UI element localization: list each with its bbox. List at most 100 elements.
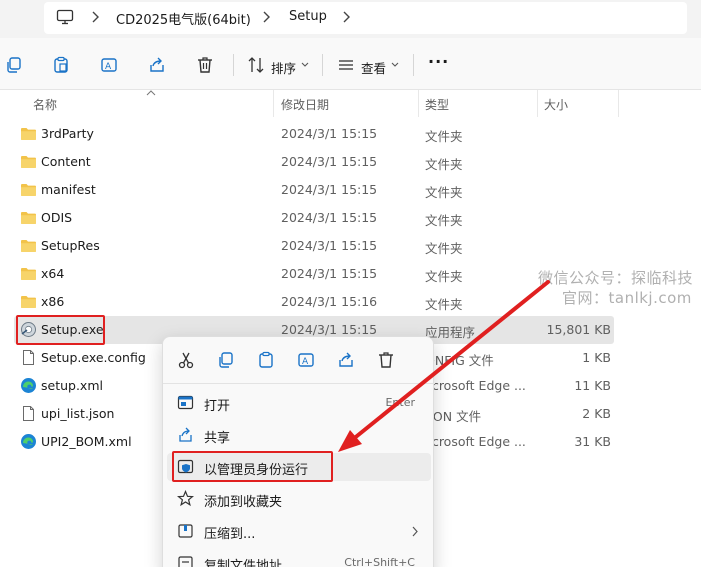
watermark-website: 官网：tanlkj.com [562,289,692,307]
edge-icon [21,434,36,449]
column-header-name[interactable]: 名称 [33,96,57,113]
menu-item-label: 打开 [204,399,231,414]
file-type: 文件夹 [425,297,463,312]
view-button[interactable]: 查看 [361,58,386,77]
cut-icon[interactable] [177,351,195,369]
file-date: 2024/3/1 15:15 [281,210,378,225]
column-divider[interactable] [273,90,274,117]
file-date: 2024/3/1 15:15 [281,126,378,141]
edge-icon [21,378,36,393]
share-icon[interactable] [148,56,166,74]
folder-icon [21,156,36,168]
star-icon [177,490,194,507]
chevron-right-icon[interactable] [259,9,273,25]
column-header-date[interactable]: 修改日期 [281,96,329,113]
folder-icon [21,240,36,252]
file-name: x64 [41,266,65,281]
file-size: 15,801 KB [546,322,611,337]
delete-icon[interactable] [377,351,395,369]
file-type: 应用程序 [425,325,476,340]
menu-item-copy-path[interactable]: 复制文件地址 Ctrl+Shift+C [167,549,431,567]
share-icon[interactable] [337,351,355,369]
file-row[interactable]: x86 2024/3/1 15:16 文件夹 [14,288,614,316]
file-row[interactable]: x64 2024/3/1 15:15 文件夹 [14,260,614,288]
file-name: manifest [41,182,96,197]
sort-icon[interactable] [247,56,265,74]
folder-icon [21,128,36,140]
file-name: SetupRes [41,238,100,253]
file-name: Setup.exe.config [41,350,146,365]
toolbar-separator [233,54,234,76]
file-type: 文件夹 [425,185,463,200]
share-icon [179,427,192,442]
file-date: 2024/3/1 15:16 [281,294,378,309]
svg-text:A: A [105,62,112,72]
toolbar-separator [413,54,414,76]
column-divider[interactable] [418,90,419,117]
setup-exe-highlight-box [16,315,105,345]
watermark-wechat: 微信公众号：探临科技 [538,269,694,287]
file-date: 2024/3/1 15:15 [281,238,378,253]
breadcrumb-item-setup[interactable]: Setup [289,9,327,24]
menu-item-label: 添加到收藏夹 [204,495,283,510]
column-header-size[interactable]: 大小 [544,96,568,113]
menu-item-add-to-favorites[interactable]: 添加到收藏夹 [167,485,431,513]
menu-item-label: 压缩到... [204,527,256,542]
folder-icon [21,296,36,308]
file-type: 文件夹 [425,269,463,284]
chevron-right-icon [412,526,418,537]
file-date: 2024/3/1 15:15 [281,322,378,337]
column-divider[interactable] [537,90,538,117]
menu-separator [163,383,435,384]
file-type: 文件夹 [425,129,463,144]
command-bar: A 排序 查看 ··· [0,38,701,90]
file-icon [23,406,34,421]
chevron-right-icon[interactable] [339,9,353,25]
file-row[interactable]: SetupRes 2024/3/1 15:15 文件夹 [14,232,614,260]
menu-item-share[interactable]: 共享 [167,421,431,449]
rename-icon[interactable]: A [100,56,118,74]
this-pc-icon[interactable] [56,8,74,26]
file-type: 文件夹 [425,157,463,172]
copy-icon[interactable] [217,351,235,369]
paste-icon[interactable] [52,56,70,74]
copy-icon[interactable] [5,56,23,74]
column-header-type[interactable]: 类型 [425,96,449,113]
toolbar-separator [322,54,323,76]
column-header-row: 名称 修改日期 类型 大小 [0,90,701,117]
run-as-admin-highlight-box [172,451,333,482]
file-row[interactable]: 3rdParty 2024/3/1 15:15 文件夹 [14,120,614,148]
folder-icon [21,268,36,280]
menu-item-label: 复制文件地址 [204,559,283,567]
folder-icon [21,184,36,196]
paste-icon[interactable] [257,351,275,369]
file-row[interactable]: manifest 2024/3/1 15:15 文件夹 [14,176,614,204]
sort-button[interactable]: 排序 [271,58,296,77]
delete-icon[interactable] [196,56,214,74]
column-divider[interactable] [618,90,619,117]
file-type: ONFIG 文件 [425,353,494,368]
menu-item-shortcut: Ctrl+Shift+C [344,556,415,567]
file-date: 2024/3/1 15:15 [281,266,378,281]
file-type: 文件夹 [425,241,463,256]
open-icon [177,395,194,410]
zip-icon [178,524,193,538]
file-size: 2 KB [582,406,611,421]
file-row[interactable]: ODIS 2024/3/1 15:15 文件夹 [14,204,614,232]
chevron-down-icon[interactable] [391,62,399,68]
more-options-button[interactable]: ··· [428,52,449,71]
menu-item-open[interactable]: 打开 Enter [167,389,431,417]
file-size: 1 KB [582,350,611,365]
menu-item-label: 共享 [204,431,231,446]
menu-item-shortcut: Enter [385,396,415,409]
file-name: Content [41,154,91,169]
menu-item-compress-to[interactable]: 压缩到... [167,517,431,545]
breadcrumb-item-cd2025[interactable]: CD2025电气版(64bit) [116,9,251,28]
file-size: 31 KB [574,434,611,449]
view-icon[interactable] [337,56,355,74]
chevron-right-icon[interactable] [88,9,102,25]
file-row[interactable]: Content 2024/3/1 15:15 文件夹 [14,148,614,176]
chevron-down-icon[interactable] [301,62,309,68]
rename-icon[interactable]: A [297,351,315,369]
file-type: licrosoft Edge ... [425,378,526,393]
